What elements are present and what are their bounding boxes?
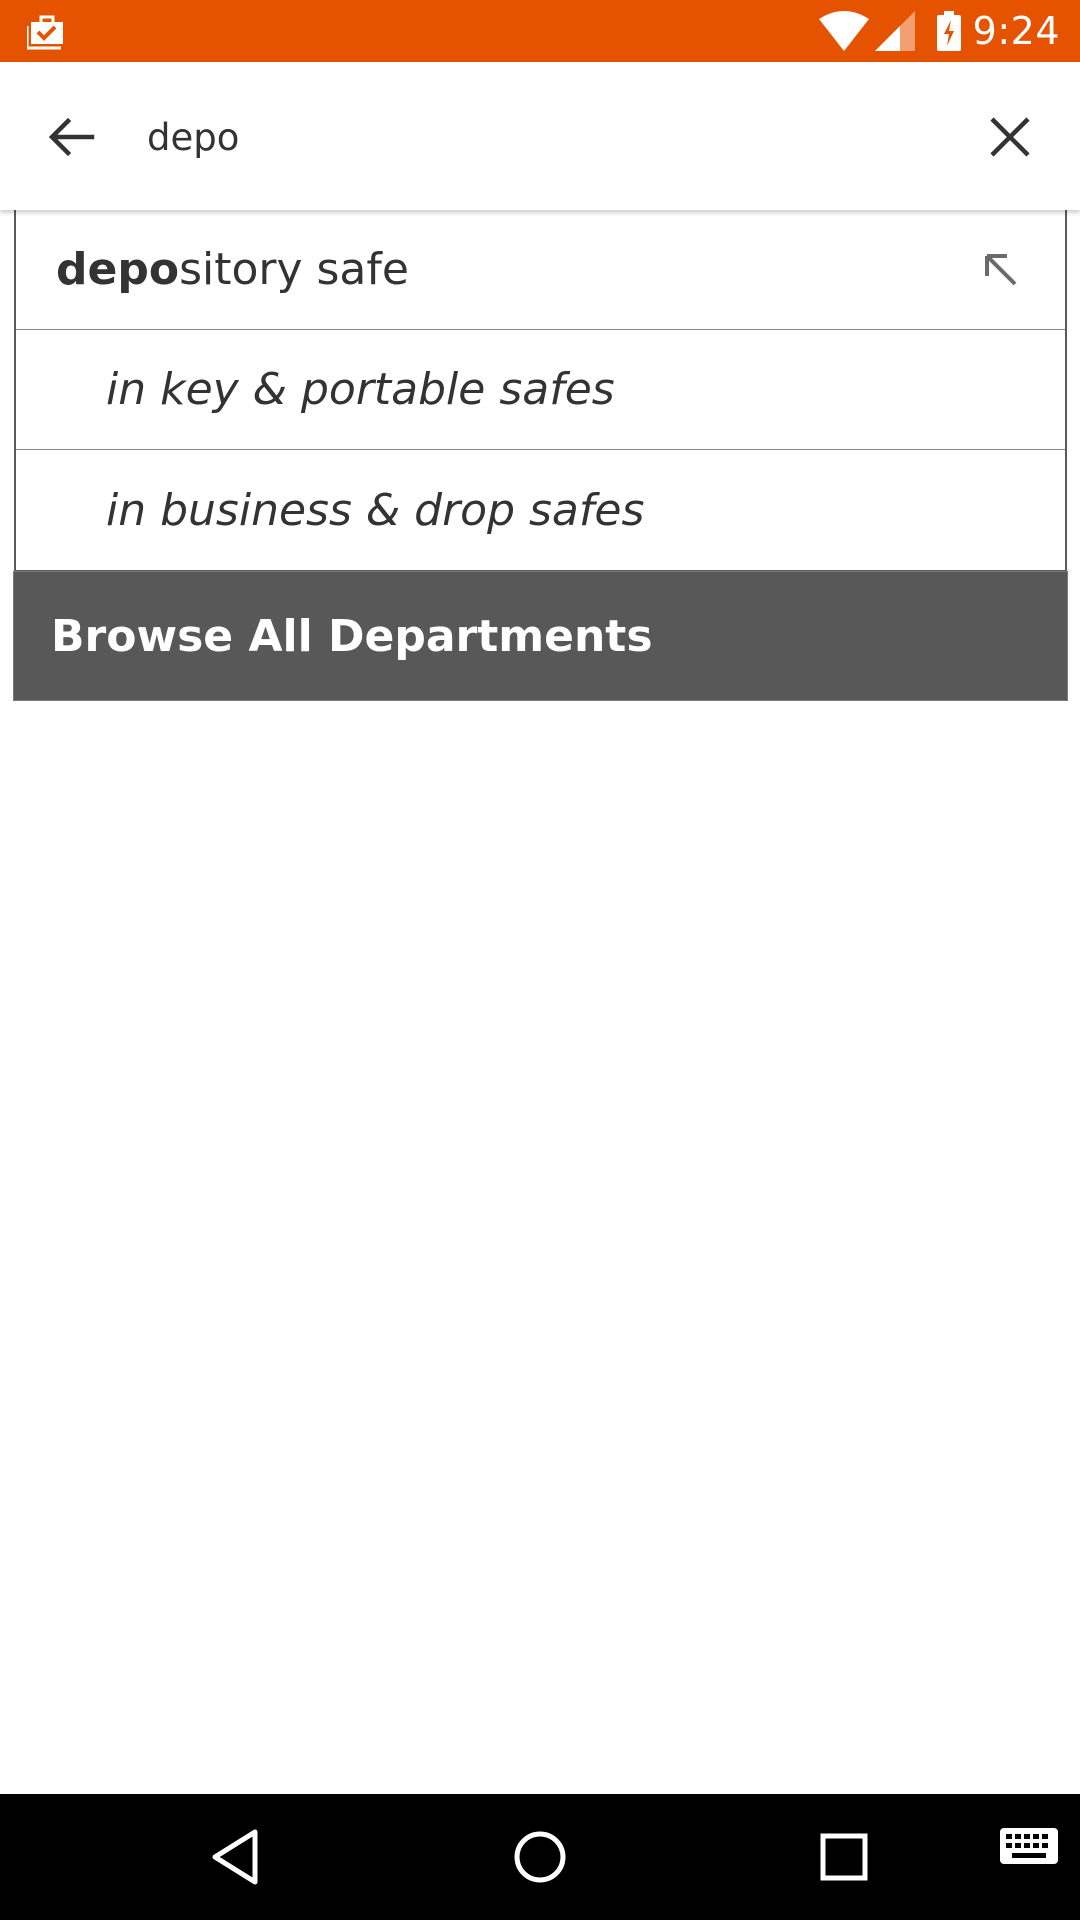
navigation-bar bbox=[0, 1794, 1080, 1920]
suggestion-item[interactable]: depository safe bbox=[16, 210, 1065, 330]
wifi-icon bbox=[818, 11, 869, 51]
nav-recents-icon[interactable] bbox=[809, 1822, 879, 1892]
arrow-back-icon[interactable] bbox=[44, 109, 100, 165]
browse-all-label: Browse All Departments bbox=[51, 610, 653, 662]
search-input[interactable] bbox=[147, 102, 927, 172]
briefcase-check-icon bbox=[25, 12, 67, 50]
keyboard-icon[interactable] bbox=[998, 1824, 1068, 1894]
status-icons: 9:24 bbox=[818, 0, 1060, 62]
suggestion-match: depo bbox=[56, 244, 180, 295]
suggestion-category: in business & drop safes bbox=[106, 484, 645, 536]
suggestion-item[interactable]: in business & drop safes bbox=[16, 450, 1065, 570]
suggestion-category: in key & portable safes bbox=[106, 364, 615, 415]
suggestion-list: depository safe in key & portable safes … bbox=[14, 210, 1067, 572]
search-bar bbox=[0, 62, 1080, 210]
browse-all-departments-button[interactable]: Browse All Departments bbox=[13, 571, 1068, 701]
status-bar: 9:24 bbox=[0, 0, 1080, 62]
battery-charging-icon bbox=[936, 11, 961, 51]
suggestion-item[interactable]: in key & portable safes bbox=[16, 330, 1065, 450]
cell-signal-icon bbox=[874, 11, 915, 51]
nav-back-icon[interactable] bbox=[200, 1822, 270, 1892]
suggestion-rest: sitory safe bbox=[179, 244, 409, 295]
nav-home-icon[interactable] bbox=[505, 1822, 575, 1892]
suggestion-text: depository safe bbox=[56, 244, 409, 295]
close-icon[interactable] bbox=[982, 109, 1038, 165]
clock: 9:24 bbox=[972, 9, 1060, 53]
arrow-up-left-icon[interactable] bbox=[979, 248, 1023, 292]
